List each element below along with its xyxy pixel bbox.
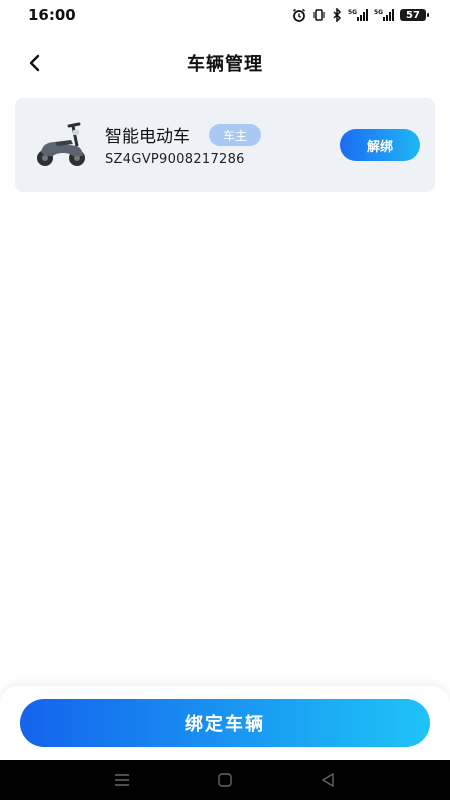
unbind-button[interactable]: 解绑 <box>340 129 420 161</box>
menu-icon[interactable] <box>112 770 132 790</box>
vehicle-card[interactable]: 智能电动车 车主 SZ4GVP9008217286 解绑 <box>15 98 435 192</box>
battery-icon: 57 <box>400 9 429 21</box>
svg-text:5G: 5G <box>374 9 383 16</box>
status-icons: 5G 5G 57 <box>292 8 429 22</box>
bottom-panel: 绑定车辆 <box>0 686 450 760</box>
owner-badge: 车主 <box>209 124 262 146</box>
vibrate-icon <box>312 8 326 22</box>
navigation-bar: 车辆管理 <box>0 38 450 88</box>
page-title: 车辆管理 <box>187 54 263 75</box>
status-bar: 16:00 5G 5G 57 <box>0 0 450 30</box>
status-time: 16:00 <box>28 6 76 24</box>
bind-vehicle-button[interactable]: 绑定车辆 <box>20 699 430 747</box>
vehicle-name: 智能电动车 <box>105 127 190 147</box>
back-triangle-icon[interactable] <box>318 770 338 790</box>
chevron-left-icon <box>29 54 40 72</box>
signal-5g-icon: 5G <box>374 8 394 22</box>
home-icon[interactable] <box>215 770 235 790</box>
bluetooth-icon <box>332 8 342 22</box>
back-button[interactable] <box>20 48 50 78</box>
alarm-icon <box>292 8 306 22</box>
scooter-image <box>33 116 89 172</box>
signal-5g-icon: 5G <box>348 8 368 22</box>
system-navigation-bar <box>0 760 450 800</box>
vehicle-id: SZ4GVP9008217286 <box>105 152 245 167</box>
svg-text:5G: 5G <box>348 9 357 16</box>
